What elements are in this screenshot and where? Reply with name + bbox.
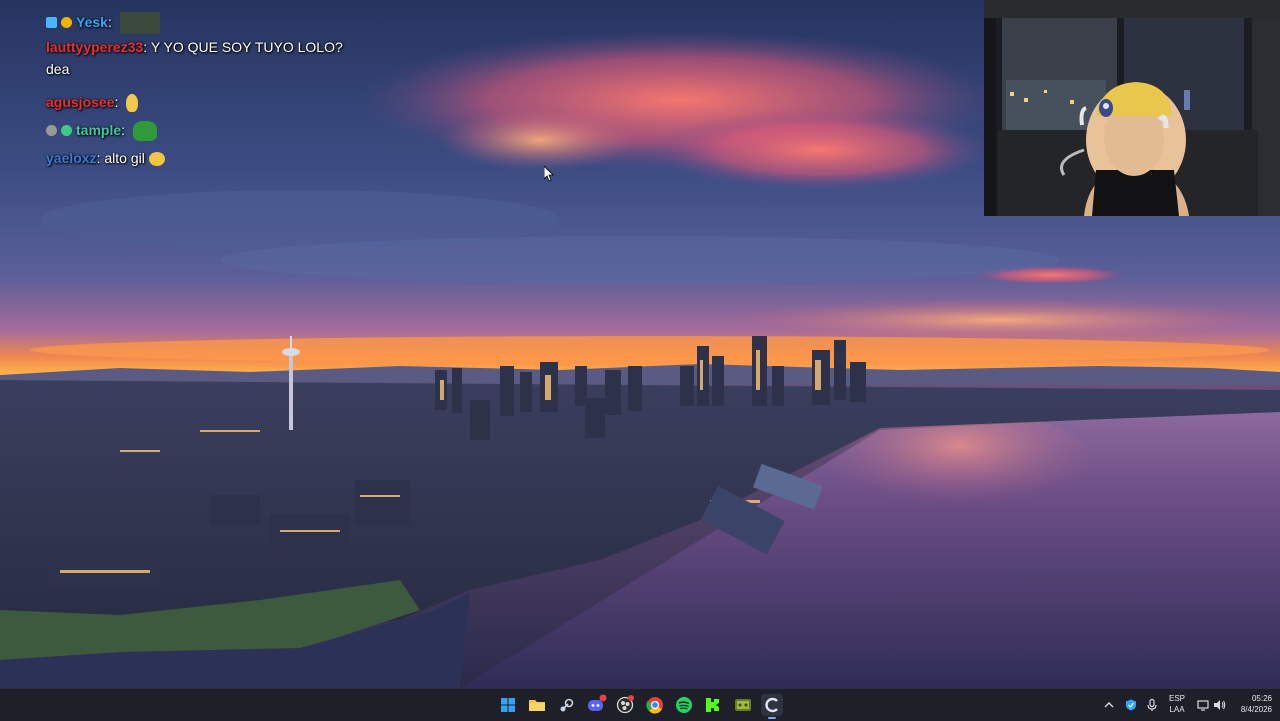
chat-message: agusjosee: bbox=[46, 88, 466, 116]
game-app-button[interactable] bbox=[732, 694, 754, 716]
obs-button[interactable] bbox=[614, 694, 636, 716]
chat-text: dea bbox=[46, 61, 70, 77]
sword-badge-icon bbox=[46, 17, 57, 28]
discord-button[interactable] bbox=[585, 694, 607, 716]
language-indicator[interactable]: ESP LAA bbox=[1163, 693, 1191, 715]
active-indicator bbox=[768, 717, 776, 719]
chat-text: alto gil bbox=[104, 150, 145, 166]
webcam-overlay bbox=[984, 0, 1280, 216]
chat-separator: : bbox=[143, 39, 151, 55]
security-shield-icon[interactable] bbox=[1124, 698, 1138, 712]
network-icon[interactable] bbox=[1196, 698, 1210, 712]
mouse-cursor-icon bbox=[544, 166, 554, 182]
chat-message: yaeloxz: alto gil bbox=[46, 144, 466, 172]
clock-date: 8/4/2026 bbox=[1240, 705, 1272, 714]
keyboard-layout: LAA bbox=[1169, 705, 1185, 714]
chat-username: Yesk bbox=[76, 14, 108, 30]
chat-text: Y YO QUE SOY TUYO LOLO? bbox=[150, 39, 343, 55]
moon-badge-icon bbox=[46, 125, 57, 136]
app-c-icon bbox=[765, 697, 778, 713]
frog-emote-icon bbox=[132, 121, 157, 142]
language-code: ESP bbox=[1168, 694, 1185, 703]
start-button[interactable] bbox=[497, 694, 519, 716]
photo-emote-icon bbox=[119, 12, 160, 35]
chat-message: lauttyyperez33: Y YO QUE SOY TUYO LOLO? bbox=[46, 36, 466, 58]
stream-chat-overlay: Yesk: lauttyyperez33: Y YO QUE SOY TUYO … bbox=[46, 8, 466, 172]
chat-separator: : bbox=[114, 94, 123, 110]
chat-message-continuation: dea bbox=[46, 58, 466, 88]
discord-icon bbox=[588, 694, 607, 711]
chat-message: Yesk: bbox=[46, 8, 466, 36]
chat-separator: : bbox=[107, 14, 116, 30]
chevron-up-icon[interactable] bbox=[1102, 698, 1116, 712]
steam-button[interactable] bbox=[555, 694, 577, 716]
obs-icon bbox=[616, 695, 634, 714]
spotify-button[interactable] bbox=[673, 694, 695, 716]
clock[interactable]: 05:26 8/4/2026 bbox=[1226, 693, 1272, 715]
chrome-icon bbox=[646, 697, 663, 714]
taskbar: ESP LAA 05:26 8/4/2026 bbox=[0, 688, 1280, 721]
windows-logo-icon bbox=[501, 698, 515, 712]
chat-username: lauttyyperez33 bbox=[46, 39, 144, 55]
chat-username: tample bbox=[76, 122, 122, 138]
coin-badge-icon bbox=[61, 17, 72, 28]
steam-icon bbox=[560, 698, 574, 712]
active-app-button[interactable] bbox=[761, 694, 783, 719]
microphone-icon[interactable] bbox=[1145, 698, 1159, 712]
kick-button[interactable] bbox=[702, 694, 724, 716]
kick-icon bbox=[706, 698, 719, 712]
file-explorer-button[interactable] bbox=[526, 694, 548, 716]
folder-icon bbox=[529, 700, 545, 711]
chat-username: agusjosee bbox=[46, 94, 115, 110]
volume-icon[interactable] bbox=[1212, 698, 1226, 712]
spotify-icon bbox=[676, 697, 692, 713]
chrome-button[interactable] bbox=[644, 694, 666, 716]
chat-separator: : bbox=[121, 122, 129, 138]
alien-badge-icon bbox=[61, 125, 72, 136]
chat-username: yaeloxz bbox=[46, 150, 97, 166]
clock-time: 05:26 bbox=[1251, 694, 1272, 703]
chat-message: tample: bbox=[46, 116, 466, 144]
game-app-icon bbox=[735, 699, 751, 711]
face-emote-icon bbox=[148, 152, 165, 167]
banana-emote-icon bbox=[126, 94, 139, 113]
